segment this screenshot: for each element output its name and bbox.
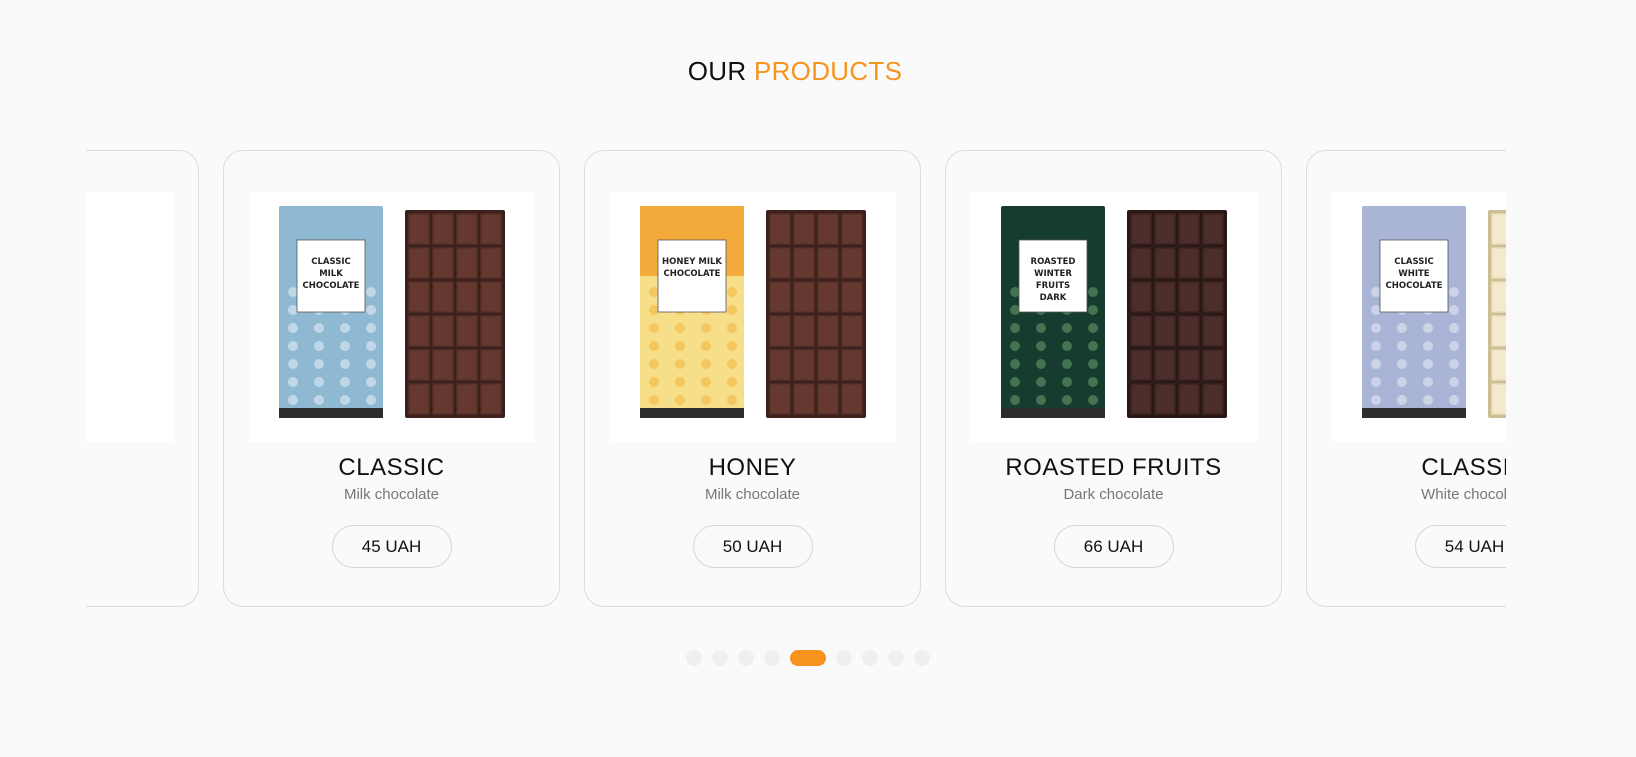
chocolate-bar-graphic [405,210,505,418]
product-card[interactable]: HONEY MILK CHOCOLATE HONEY Milk chocolate… [584,150,921,607]
product-type: Dark chocolate [1063,486,1164,503]
wrapper-graphic: HONEY MILK CHOCOLATE [640,206,744,418]
wrapper-label: CLASSIC [311,257,351,267]
section-title-main: OUR [687,56,747,86]
honey-chocolate-bar-icon: HONEY MILK CHOCOLATE [640,206,866,418]
carousel-track: CLASSIC MILK CHOCOLATE CLASSIC Milk chocol… [86,150,1506,610]
pagination-dot[interactable] [738,650,754,666]
wrapper-label: HONEY MILK [662,257,722,267]
wrapper-label: CHOCOLATE [1386,281,1443,291]
pagination-dot[interactable] [914,650,930,666]
product-image: ROASTED WINTER FRUITS DARK [971,192,1257,442]
wrapper-label: DARK [1040,293,1067,303]
product-image [86,192,174,442]
wrapper-label: CLASSIC [1394,257,1434,267]
pagination-dot[interactable] [764,650,780,666]
chocolate-bar-graphic [766,210,866,418]
product-type: Milk chocolate [704,486,801,503]
wrapper-label: FRUITS [1036,281,1070,291]
product-card[interactable]: ROASTED WINTER FRUITS DARK ROASTED FRUITS D… [945,150,1282,607]
product-card[interactable]: CLASSIC MILK CHOCOLATE CLASSIC Milk chocol… [223,150,560,607]
white-chocolate-bar-icon: CLASSIC WHITE CHOCOLATE [1362,206,1506,418]
wrapper-graphic: CLASSIC WHITE CHOCOLATE [1362,206,1466,418]
dark-chocolate-bar-icon: ROASTED WINTER FRUITS DARK [1001,206,1227,418]
pagination-dot[interactable] [712,650,728,666]
milk-chocolate-bar-icon: CLASSIC MILK CHOCOLATE [279,206,505,418]
pagination-dot[interactable] [862,650,878,666]
product-type: Milk chocolate [343,486,440,503]
chocolate-bar-graphic [1127,210,1227,418]
wrapper-label: WINTER [1034,269,1072,279]
price-button[interactable]: 50 UAH [692,525,813,568]
product-image: CLASSIC MILK CHOCOLATE [249,192,535,442]
product-card[interactable]: CLASSIC WHITE CHOCOLATE CLASSIC White choc… [1306,150,1506,607]
wrapper-label: MILK [319,269,343,279]
product-type: White chocolate [1421,486,1506,503]
wrapper-label: WHITE [1398,269,1429,279]
price-button[interactable]: 66 UAH [1053,525,1174,568]
pagination-dot[interactable] [790,650,826,666]
product-card[interactable] [86,150,199,607]
product-image: HONEY MILK CHOCOLATE [610,192,896,442]
pagination-dot[interactable] [836,650,852,666]
price-button[interactable]: 45 UAH [331,525,452,568]
wrapper-label: CHOCOLATE [303,281,360,291]
price-button[interactable]: 54 UAH [1414,525,1506,568]
product-carousel[interactable]: CLASSIC MILK CHOCOLATE CLASSIC Milk chocol… [86,150,1506,610]
product-name: HONEY [708,454,797,481]
product-name: CLASSIC [338,454,445,481]
product-image: CLASSIC WHITE CHOCOLATE [1332,192,1506,442]
wrapper-graphic: ROASTED WINTER FRUITS DARK [1001,206,1105,418]
pagination-dot[interactable] [686,650,702,666]
pagination-dot[interactable] [888,650,904,666]
product-name: ROASTED FRUITS [1005,454,1222,481]
wrapper-label: ROASTED [1031,257,1076,267]
wrapper-label: CHOCOLATE [664,269,721,279]
chocolate-bar-icon [86,192,174,442]
section-title-accent: PRODUCTS [753,56,903,86]
carousel-pagination [686,650,930,666]
section-title: OUR PRODUCTS [0,56,1590,87]
wrapper-graphic: CLASSIC MILK CHOCOLATE [279,206,383,418]
product-name: CLASSIC [1421,454,1506,481]
chocolate-bar-graphic [1488,210,1506,418]
